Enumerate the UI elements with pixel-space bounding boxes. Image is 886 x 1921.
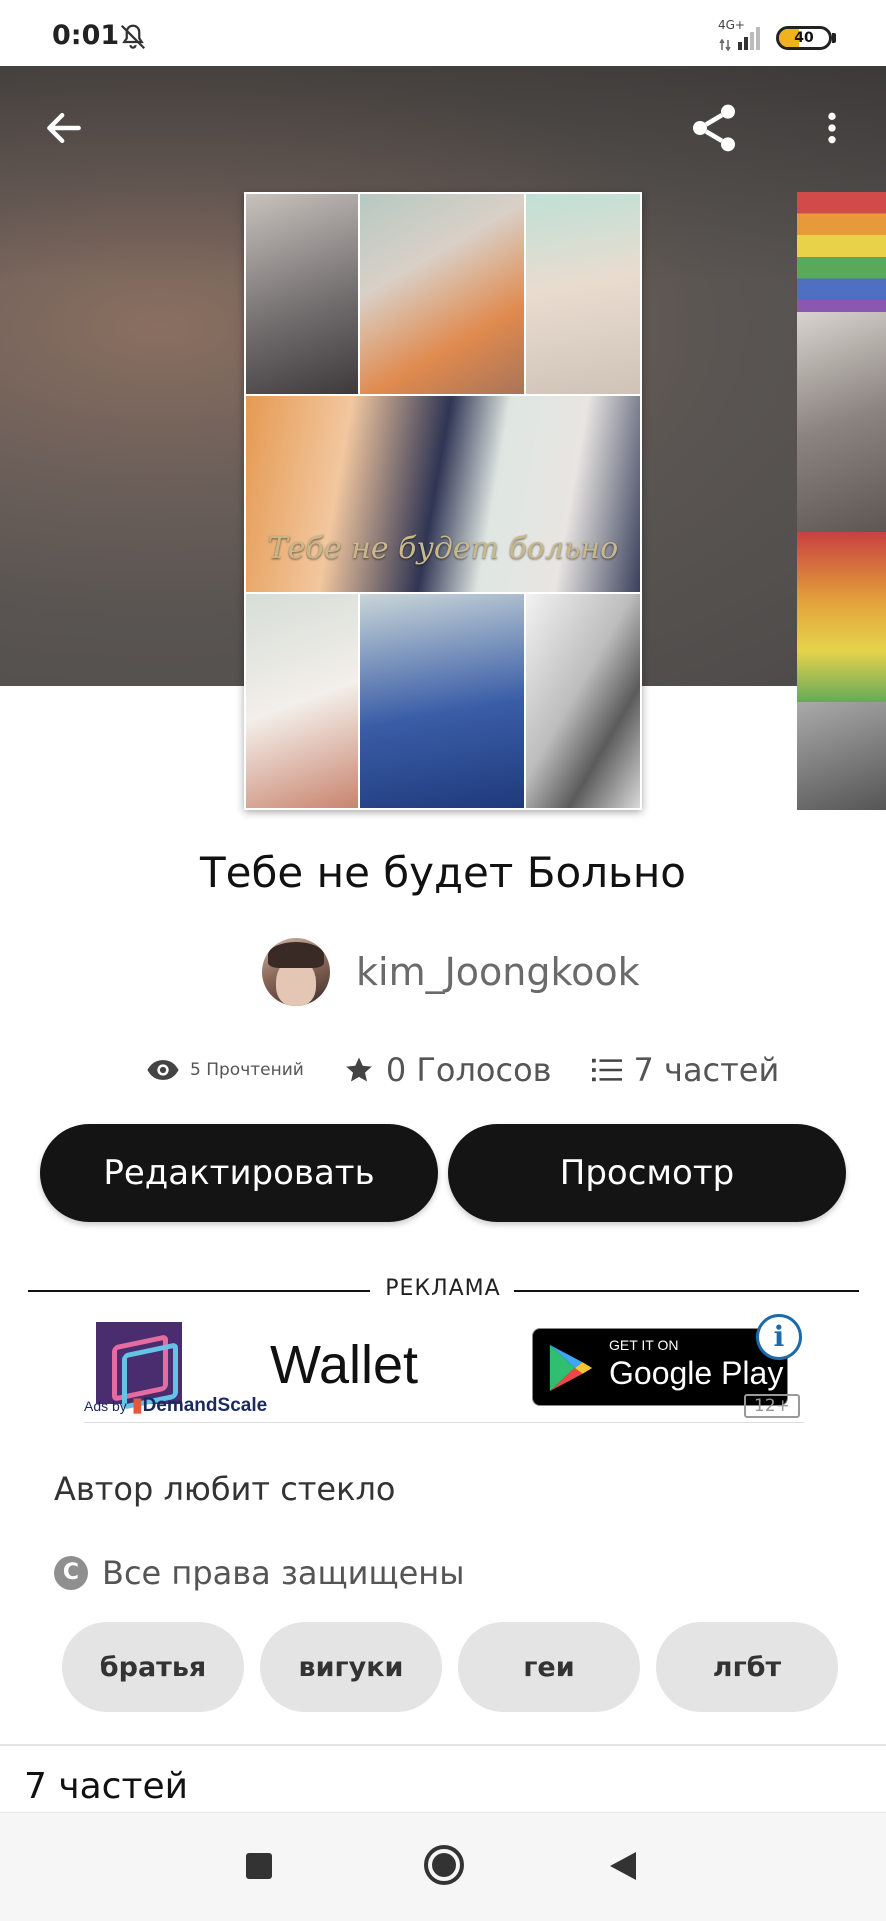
author-name[interactable]: kim_Joongkook: [356, 950, 640, 994]
signal-icon: [719, 27, 760, 52]
ads-by-prefix: Ads by: [84, 1398, 127, 1414]
edit-button[interactable]: Редактировать: [40, 1124, 438, 1222]
tag-chip[interactable]: братья: [62, 1622, 244, 1712]
system-nav-bar: [0, 1812, 886, 1921]
parts-stat: 7 частей: [591, 1051, 780, 1089]
age-rating: 12+: [744, 1394, 800, 1418]
cover-caption: Тебе не будет больно: [267, 531, 619, 566]
recents-button[interactable]: [234, 1841, 284, 1891]
cover-photo: [246, 194, 358, 394]
book-title: Тебе не будет Больно: [200, 848, 686, 897]
arrow-left-icon: [47, 112, 81, 144]
cover-photo: [360, 594, 524, 808]
back-button[interactable]: [34, 98, 94, 158]
triangle-back-icon: [610, 1852, 636, 1880]
more-vertical-icon: [828, 112, 836, 144]
ad-label: РЕКЛАМА: [385, 1276, 501, 1301]
status-bar: 0:01 4G+ 40: [0, 0, 886, 66]
votes-count: 0 Голосов: [385, 1051, 552, 1089]
book-cover[interactable]: Тебе не будет больно: [244, 192, 642, 810]
wallet-logo-icon: [96, 1322, 182, 1410]
home-button[interactable]: [416, 1837, 472, 1893]
copyright-icon: C: [54, 1556, 88, 1590]
circle-icon: [424, 1845, 464, 1885]
tag-list: братья вигуки геи лгбт: [62, 1622, 854, 1712]
book-stats: 5 Прочтений 0 Голосов 7 частей: [146, 1048, 819, 1092]
book-description: Автор любит стекло: [54, 1470, 396, 1508]
play-store-icon: [549, 1344, 593, 1392]
tag-chip[interactable]: геи: [458, 1622, 640, 1712]
status-time: 0:01: [52, 20, 120, 51]
store-name: Google Play: [609, 1355, 784, 1391]
copyright-row: C Все права защищены: [54, 1554, 464, 1592]
cover-photo: [526, 594, 640, 808]
author-link[interactable]: kim_Joongkook: [262, 937, 640, 1007]
ad-banner[interactable]: Wallet GET IT ON Google Play i 12+ Ads b…: [84, 1314, 804, 1423]
parts-count: 7 частей: [633, 1051, 780, 1089]
battery-level: 40: [794, 30, 814, 46]
reads-count: 5 Прочтений: [190, 1060, 304, 1080]
store-prefix: GET IT ON: [609, 1337, 679, 1353]
section-divider: [0, 1744, 886, 1746]
square-icon: [246, 1853, 272, 1879]
view-button[interactable]: Просмотр: [448, 1124, 846, 1222]
author-avatar[interactable]: [262, 938, 330, 1006]
star-icon: [346, 1057, 372, 1082]
bell-muted-icon: [120, 24, 146, 50]
share-button[interactable]: [684, 98, 744, 158]
cover-photo: [246, 594, 358, 808]
reads-stat: 5 Прочтений: [146, 1058, 304, 1082]
cover-photo: [360, 194, 524, 394]
tag-chip[interactable]: вигуки: [260, 1622, 442, 1712]
battery-indicator: 40: [776, 26, 832, 50]
ad-info-icon[interactable]: i: [756, 1314, 802, 1360]
votes-stat: 0 Голосов: [344, 1051, 552, 1089]
battery-tip: [832, 33, 836, 43]
share-icon: [693, 104, 735, 152]
ads-by-label[interactable]: Ads by ▮DemandScale: [84, 1394, 267, 1417]
ads-by-brand: DemandScale: [142, 1395, 268, 1416]
copyright-text: Все права защищены: [102, 1554, 465, 1592]
ad-brand: Wallet: [270, 1335, 419, 1395]
more-options-button[interactable]: [802, 98, 862, 158]
eye-icon: [147, 1060, 179, 1080]
list-icon: [591, 1058, 622, 1082]
tag-chip[interactable]: лгбт: [656, 1622, 838, 1712]
parts-heading[interactable]: 7 частей: [24, 1766, 188, 1807]
cover-photo: [526, 194, 640, 394]
next-book-cover[interactable]: [797, 192, 886, 810]
back-nav-button[interactable]: [598, 1841, 648, 1891]
